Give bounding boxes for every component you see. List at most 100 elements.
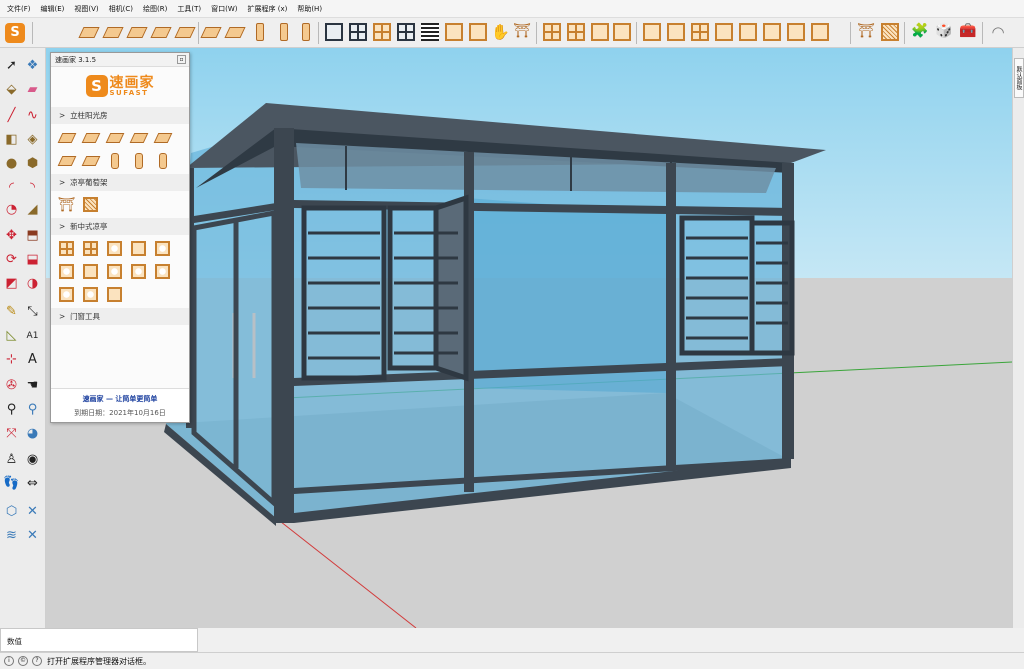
window-frame-icon[interactable]: [105, 239, 124, 258]
plate-icon[interactable]: [224, 22, 246, 42]
window-grid-icon[interactable]: [81, 239, 100, 258]
layers-icon[interactable]: ≋: [2, 526, 21, 545]
sufast-logo-icon[interactable]: S: [4, 22, 25, 43]
menu-window[interactable]: 窗口(W): [206, 0, 242, 18]
menu-extensions[interactable]: 扩展程序 (x): [242, 0, 292, 18]
plate-icon[interactable]: [150, 22, 172, 42]
sunroom-column-icon[interactable]: [129, 151, 148, 170]
tape-measure-icon[interactable]: ✎: [2, 302, 21, 321]
window-frame-icon[interactable]: [57, 285, 76, 304]
arc3-icon[interactable]: ◢: [23, 200, 42, 219]
walk-icon[interactable]: 👣: [2, 474, 21, 493]
plate-icon[interactable]: [126, 22, 148, 42]
model-viewport[interactable]: [46, 48, 1012, 628]
sunroom-column-icon[interactable]: [153, 151, 172, 170]
plate-icon[interactable]: [102, 22, 124, 42]
3d-text-icon[interactable]: A: [23, 350, 42, 369]
section-pavilion-header[interactable]: > 凉亭葡萄架: [51, 174, 189, 191]
window-arch-icon[interactable]: [153, 239, 172, 258]
frame-grid-icon[interactable]: [542, 22, 562, 42]
default-tray[interactable]: 默认面板: [1012, 48, 1024, 628]
sunroom-plate-icon[interactable]: [57, 151, 76, 170]
lattice-icon[interactable]: [880, 22, 900, 42]
credits-icon[interactable]: ©: [18, 656, 28, 666]
frame-icon[interactable]: [714, 22, 734, 42]
extension-icon[interactable]: 🎲: [934, 22, 954, 42]
plate-icon[interactable]: [174, 22, 196, 42]
sunroom-plate-icon[interactable]: [153, 128, 172, 147]
lattice-icon[interactable]: [81, 195, 100, 214]
window-frame-icon[interactable]: [57, 262, 76, 281]
protractor-icon[interactable]: ◺: [2, 326, 21, 345]
frame-icon[interactable]: [590, 22, 610, 42]
frame-icon[interactable]: [642, 22, 662, 42]
help-icon[interactable]: ?: [32, 656, 42, 666]
window-frame-icon[interactable]: [129, 239, 148, 258]
window-frame-icon[interactable]: [81, 285, 100, 304]
arc-icon[interactable]: ◜: [2, 178, 21, 197]
circle-icon[interactable]: ●: [2, 154, 21, 173]
section-sunroom-header[interactable]: > 立柱阳光房: [51, 107, 189, 124]
window-frame-icon[interactable]: [81, 262, 100, 281]
column-icon[interactable]: [296, 22, 316, 42]
rotated-rectangle-icon[interactable]: ◈: [23, 130, 42, 149]
zoom-extents-icon[interactable]: ⤧: [2, 424, 21, 443]
push-pull-icon[interactable]: ⬒: [23, 226, 42, 245]
component-icon[interactable]: ❖: [23, 56, 42, 75]
sunroom-plate-icon[interactable]: [105, 128, 124, 147]
section-chinese-pavilion-header[interactable]: > 新中式凉亭: [51, 218, 189, 235]
window-frame-icon[interactable]: [129, 262, 148, 281]
frame-grid-icon[interactable]: [348, 22, 368, 42]
select-icon[interactable]: ➚: [2, 56, 21, 75]
position-camera-icon[interactable]: ♙: [2, 450, 21, 469]
sunroom-plate-icon[interactable]: [129, 128, 148, 147]
tray-tab[interactable]: 默认面板: [1014, 58, 1024, 98]
frame-icon[interactable]: [786, 22, 806, 42]
sunroom-plate-icon[interactable]: [81, 151, 100, 170]
look-around-icon[interactable]: ◉: [23, 450, 42, 469]
rectangle-icon[interactable]: ◧: [2, 130, 21, 149]
plate-icon[interactable]: [78, 22, 100, 42]
rotate-icon[interactable]: ⟳: [2, 250, 21, 269]
frame-icon[interactable]: [762, 22, 782, 42]
arc2-icon[interactable]: ◝: [23, 178, 42, 197]
frame-icon[interactable]: [810, 22, 830, 42]
frame-icon[interactable]: [666, 22, 686, 42]
menu-edit[interactable]: 编辑(E): [36, 0, 70, 18]
extension-icon[interactable]: 🧰: [958, 22, 978, 42]
geo-location-icon[interactable]: i: [4, 656, 14, 666]
frame-icon[interactable]: [738, 22, 758, 42]
menu-help[interactable]: 帮助(H): [292, 0, 327, 18]
menu-file[interactable]: 文件(F): [2, 0, 36, 18]
scale-icon[interactable]: ◩: [2, 274, 21, 293]
eraser-icon[interactable]: ▰: [23, 80, 42, 99]
curve-icon[interactable]: ◠: [988, 22, 1008, 42]
text-icon[interactable]: A1: [23, 326, 42, 345]
section-door-window-header[interactable]: > 门窗工具: [51, 308, 189, 325]
menu-tools[interactable]: 工具(T): [172, 0, 206, 18]
pan-icon[interactable]: ☚: [23, 376, 42, 395]
column-icon[interactable]: [274, 22, 294, 42]
plate-icon[interactable]: [200, 22, 222, 42]
move-icon[interactable]: ✥: [2, 226, 21, 245]
paint-bucket-icon[interactable]: ⬙: [2, 80, 21, 99]
pie-icon[interactable]: ◔: [2, 200, 21, 219]
warehouse-icon[interactable]: ⬡: [2, 502, 21, 521]
polygon-icon[interactable]: ⬢: [23, 154, 42, 173]
sunroom-plate-icon[interactable]: [57, 128, 76, 147]
pavilion-icon[interactable]: ⛩: [57, 195, 76, 214]
zoom-icon[interactable]: ⚲: [2, 400, 21, 419]
column-icon[interactable]: [250, 22, 270, 42]
lines-icon[interactable]: [690, 22, 710, 42]
hand-icon[interactable]: ✋: [490, 22, 510, 42]
window-frame-icon[interactable]: [105, 285, 124, 304]
section-plane-icon[interactable]: ⇔: [23, 474, 42, 493]
freehand-icon[interactable]: ∿: [23, 106, 42, 125]
orbit-icon[interactable]: ✇: [2, 376, 21, 395]
lines-icon[interactable]: [420, 22, 440, 42]
close-icon[interactable]: ▫: [177, 55, 186, 64]
frame-icon[interactable]: [468, 22, 488, 42]
sunroom-model[interactable]: [46, 48, 1012, 628]
menu-view[interactable]: 视图(V): [69, 0, 103, 18]
share-component-icon[interactable]: ✕: [23, 502, 42, 521]
